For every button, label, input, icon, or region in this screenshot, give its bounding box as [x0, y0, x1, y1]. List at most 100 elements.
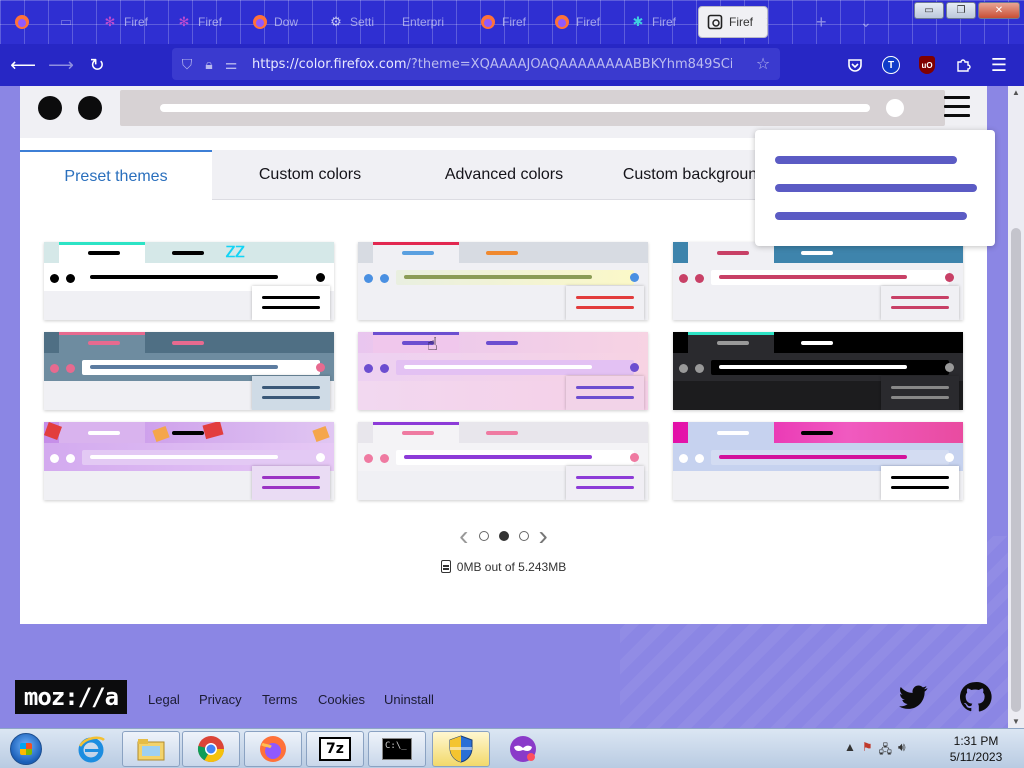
pager-next-chevron-icon[interactable]: ›	[539, 522, 548, 550]
windows-logo-icon	[10, 733, 42, 765]
pager-dot[interactable]	[478, 531, 489, 541]
storage-usage: 0MB out of 5.243MB	[20, 560, 987, 574]
tab-label: Setti	[350, 15, 375, 29]
pager-prev-chevron-icon[interactable]: ‹	[459, 522, 468, 550]
preset-theme-card[interactable]	[358, 332, 648, 410]
tab-settings[interactable]: ⚙ Setti	[320, 6, 388, 38]
extensions-puzzle-icon[interactable]	[950, 52, 976, 78]
tab-list-chevron-icon[interactable]: ⌄	[852, 6, 876, 38]
tab-label: Firef	[198, 15, 222, 29]
puzzle-icon: ✱	[632, 14, 644, 29]
tab-downloads[interactable]: Dow	[244, 6, 314, 38]
action-center-flag-icon[interactable]: ⚑	[862, 740, 873, 761]
tab-firefox-3[interactable]: ✻ Firef	[168, 6, 232, 38]
7zip-icon[interactable]: 7z	[306, 731, 364, 767]
navigation-toolbar: ⟵ ⟶ ↻ ⛉ 🔒︎ ⚌ https://color.firefox.com/?…	[0, 44, 1024, 86]
internet-explorer-icon[interactable]	[62, 731, 120, 767]
scrollbar-thumb[interactable]	[1011, 228, 1021, 712]
tab-firefox-2[interactable]: ✻ Firef	[94, 6, 158, 38]
preview-url-bar	[120, 90, 945, 126]
tab-firefox-pinned[interactable]	[6, 6, 36, 38]
preset-theme-card[interactable]: ᏃᏃ	[44, 242, 334, 320]
volume-icon[interactable]: 🔊︎	[898, 740, 906, 761]
pager-dot-active[interactable]	[498, 531, 509, 541]
close-tab-icon[interactable]: ✕	[765, 14, 767, 31]
scroll-up-arrow-icon[interactable]: ▲	[1012, 88, 1020, 97]
footer-link-uninstall[interactable]: Uninstall	[384, 692, 434, 707]
footer-link-terms[interactable]: Terms	[262, 692, 297, 707]
tab-advanced-colors[interactable]: Advanced colors	[408, 150, 600, 200]
tab-custom-backgrounds[interactable]: Custom backgroun	[600, 150, 780, 200]
tab-label: Firef	[652, 15, 676, 29]
cmd-prompt-glyph: C:\_	[382, 738, 412, 760]
clock-date: 5/11/2023	[949, 750, 1003, 764]
url-text[interactable]: https://color.firefox.com/?theme=XQAAAAJ…	[252, 57, 732, 72]
url-bar[interactable]: ⛉ 🔒︎ ⚌ https://color.firefox.com/?theme=…	[172, 48, 780, 80]
cmd-icon[interactable]: C:\_	[368, 731, 426, 767]
preset-theme-card[interactable]	[358, 422, 648, 500]
pocket-icon[interactable]	[842, 52, 868, 78]
show-hidden-icons-chevron-icon[interactable]: ▲	[844, 740, 856, 761]
start-button[interactable]	[4, 730, 48, 768]
footer-link-legal[interactable]: Legal	[148, 692, 180, 707]
preview-popup-line	[775, 212, 967, 220]
windows-taskbar: 7z C:\_ ▲ ⚑ 🖧︎ 🔊︎ 1:31 PM 5/11/2023	[0, 728, 1024, 768]
restore-button[interactable]: ❐	[946, 2, 976, 19]
tab-custom-colors[interactable]: Custom colors	[212, 150, 408, 200]
footer-link-privacy[interactable]: Privacy	[199, 692, 242, 707]
url-host: https://color.firefox.com	[252, 56, 407, 72]
pager-dot[interactable]	[518, 531, 529, 541]
tab-strip: ▭ ✻ Firef ✻ Firef Dow ⚙ Setti Enterpri F…	[0, 0, 1024, 44]
page-scrollbar[interactable]: ▲ ▼	[1008, 86, 1024, 728]
avatar-letter: T	[882, 56, 900, 74]
file-manager-icon[interactable]	[122, 731, 180, 767]
tab-firefox-7[interactable]: Firef	[472, 6, 536, 38]
preset-theme-card[interactable]	[358, 242, 648, 320]
preset-theme-card[interactable]	[673, 422, 963, 500]
scroll-down-arrow-icon[interactable]: ▼	[1012, 717, 1020, 726]
mozilla-logo[interactable]: moz://a	[15, 680, 127, 714]
chrome-icon[interactable]	[182, 731, 240, 767]
firefox-icon	[252, 14, 268, 30]
preview-hamburger-icon	[944, 96, 970, 123]
lock-icon[interactable]: 🔒︎	[198, 56, 220, 73]
tab-firefox-9[interactable]: ✱ Firef	[622, 6, 686, 38]
new-tab-button[interactable]: +	[808, 6, 832, 38]
close-window-button[interactable]: ✕	[978, 2, 1020, 19]
bookmark-star-icon[interactable]: ☆	[752, 54, 774, 74]
system-tray: ▲ ⚑ 🖧︎ 🔊︎	[844, 740, 906, 761]
account-avatar[interactable]: T	[878, 52, 904, 78]
zigzag-decoration-icon: ᏃᏃ	[226, 244, 245, 261]
storage-icon	[440, 560, 451, 573]
ublock-origin-icon[interactable]: uO	[914, 52, 940, 78]
system-clock[interactable]: 1:31 PM 5/11/2023	[936, 733, 1016, 765]
tab-blank[interactable]: ▭	[50, 6, 80, 38]
firefox-color-page: Preset themes Custom colors Advanced col…	[0, 86, 1008, 728]
footer-link-cookies[interactable]: Cookies	[318, 692, 365, 707]
url-path: /?theme=XQAAAAJOAQAAAAAAAABBKYhm849SCia6	[406, 56, 732, 72]
security-shield-icon[interactable]	[432, 731, 490, 767]
twitter-icon[interactable]	[896, 680, 930, 714]
tab-firefox-8[interactable]: Firef	[546, 6, 610, 38]
network-icon[interactable]: 🖧︎	[879, 740, 892, 761]
page-icon: ▭	[59, 14, 73, 29]
masked-app-icon[interactable]	[494, 731, 552, 767]
back-arrow-icon[interactable]: ⟵	[10, 52, 36, 78]
tab-enterprise[interactable]: Enterpri	[394, 6, 464, 38]
tab-preset-themes[interactable]: Preset themes	[20, 150, 212, 201]
forward-arrow-icon[interactable]: ⟶	[48, 52, 74, 78]
reload-icon[interactable]: ↻	[84, 52, 110, 78]
github-icon[interactable]	[958, 680, 992, 714]
tab-firefox-color-active[interactable]: Firef ✕	[698, 6, 768, 38]
tracking-shield-icon[interactable]: ⛉	[176, 56, 198, 73]
app-menu-hamburger-icon[interactable]: ☰	[986, 52, 1012, 78]
preset-theme-card[interactable]	[673, 242, 963, 320]
gear-flower-icon: ✻	[104, 14, 116, 29]
permissions-icon[interactable]: ⚌	[220, 56, 242, 73]
minimize-button[interactable]: ▭	[914, 2, 944, 19]
preset-theme-card[interactable]	[44, 332, 334, 410]
theme-pager: ‹ ›	[20, 522, 987, 550]
preset-theme-card[interactable]	[673, 332, 963, 410]
preset-theme-card[interactable]	[44, 422, 334, 500]
firefox-icon[interactable]	[244, 731, 302, 767]
